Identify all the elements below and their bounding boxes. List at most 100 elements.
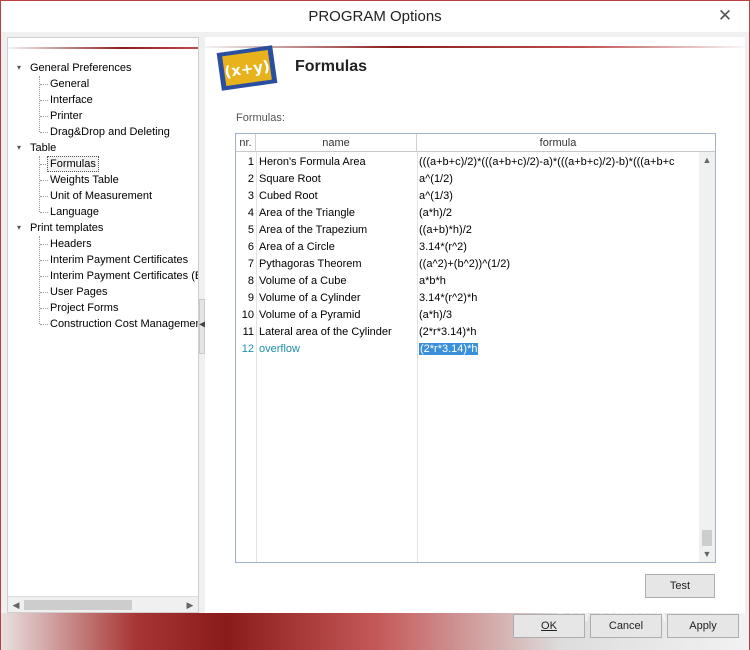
cell-name[interactable]: Volume of a Cylinder <box>259 290 415 307</box>
tree-connector <box>40 100 48 101</box>
cell-formula-text: ((a^2)+(b^2))^(1/2) <box>419 258 510 270</box>
cell-nr: 1 <box>247 156 254 168</box>
column-header-nr[interactable]: nr. <box>236 134 256 152</box>
expand-collapse-icon[interactable]: ▾ <box>17 144 25 152</box>
tree-item[interactable]: Project Forms <box>8 300 198 316</box>
cell-formula[interactable]: ((a+b)*h)/2 <box>419 222 697 239</box>
table-row[interactable]: 11 Lateral area of the Cylinder (2*r*3.14)… <box>236 324 699 341</box>
cell-name[interactable]: Area of the Trapezium <box>259 222 415 239</box>
cell-name[interactable]: Heron's Formula Area <box>259 154 415 171</box>
tree-connector <box>40 132 48 133</box>
tree-item[interactable]: Interim Payment Certificates (B <box>8 268 198 284</box>
table-row[interactable]: 8 Volume of a Cube a*b*h <box>236 273 699 290</box>
cell-formula-text: a^(1/2) <box>419 173 453 185</box>
cell-name[interactable]: Area of the Triangle <box>259 205 415 222</box>
column-header-formula[interactable]: formula <box>417 134 699 152</box>
cell-name[interactable]: Pythagoras Theorem <box>259 256 415 273</box>
cell-nr: 8 <box>247 275 254 287</box>
cell-name[interactable]: Square Root <box>259 171 415 188</box>
close-icon[interactable]: ✕ <box>715 6 735 26</box>
scroll-right-icon[interactable]: ▶ <box>184 599 196 611</box>
table-row[interactable]: 6 Area of a Circle 3.14*(r^2) <box>236 239 699 256</box>
cell-nr: 5 <box>247 224 254 236</box>
table-body: 1 Heron's Formula Area (((a+b+c)/2)*(((a+b… <box>236 154 699 358</box>
tree-item[interactable]: Unit of Measurement <box>8 188 198 204</box>
tree-group[interactable]: ▾ Print templates <box>8 220 198 236</box>
cell-formula[interactable]: ((a^2)+(b^2))^(1/2) <box>419 256 697 273</box>
options-tree-panel: ▾ General Preferences General Interface Prin… <box>7 37 199 613</box>
expand-collapse-icon[interactable]: ▾ <box>17 64 25 72</box>
scrollbar-thumb[interactable] <box>24 600 132 610</box>
test-button[interactable]: Test <box>645 574 715 598</box>
scroll-up-icon[interactable]: ▲ <box>701 154 713 166</box>
tree-connector <box>39 156 40 212</box>
tree-item-label: Print templates <box>30 222 104 234</box>
tree-connector <box>40 116 48 117</box>
tree-item[interactable]: General <box>8 76 198 92</box>
tree-connector <box>40 244 48 245</box>
formulas-page: (x+y) Formulas Formulas: nr. name formul… <box>205 37 745 613</box>
tree-group[interactable]: ▾ General Preferences <box>8 60 198 76</box>
table-row[interactable]: 9 Volume of a Cylinder 3.14*(r^2)*h <box>236 290 699 307</box>
table-row[interactable]: 3 Cubed Root a^(1/3) <box>236 188 699 205</box>
tree-item[interactable]: Drag&Drop and Deleting <box>8 124 198 140</box>
tree-horizontal-scrollbar[interactable]: ◀ ▶ <box>8 596 198 612</box>
table-row[interactable]: 2 Square Root a^(1/2) <box>236 171 699 188</box>
cell-formula-text: 3.14*(r^2) <box>419 241 467 253</box>
tree-item-label: Drag&Drop and Deleting <box>50 126 170 138</box>
tree-group[interactable]: ▾ Table <box>8 140 198 156</box>
scrollbar-thumb[interactable] <box>702 530 712 546</box>
cell-name[interactable]: Volume of a Pyramid <box>259 307 415 324</box>
tree-item-label: Interface <box>50 94 93 106</box>
cell-name[interactable]: Cubed Root <box>259 188 415 205</box>
column-header-name[interactable]: name <box>256 134 417 152</box>
cell-formula[interactable]: (a*h)/2 <box>419 205 697 222</box>
tree-item[interactable]: Interim Payment Certificates <box>8 252 198 268</box>
tree-item[interactable]: User Pages <box>8 284 198 300</box>
tree-item[interactable]: Interface <box>8 92 198 108</box>
expand-collapse-icon[interactable]: ▾ <box>17 224 25 232</box>
cell-nr: 10 <box>241 309 254 321</box>
table-vertical-scrollbar[interactable]: ▲ ▼ <box>699 152 715 562</box>
cell-name[interactable]: Lateral area of the Cylinder <box>259 324 415 341</box>
scroll-left-icon[interactable]: ◀ <box>10 599 22 611</box>
tree-item[interactable]: Headers <box>8 236 198 252</box>
cell-formula[interactable]: (2*r*3.14)*h <box>419 324 697 341</box>
cell-name[interactable]: Area of a Circle <box>259 239 415 256</box>
cell-nr: 7 <box>247 258 254 270</box>
table-header: nr. name formula <box>236 134 715 152</box>
table-row[interactable]: 1 Heron's Formula Area (((a+b+c)/2)*(((a+b… <box>236 154 699 171</box>
tree-item[interactable]: Formulas <box>8 156 198 172</box>
cell-formula[interactable]: a^(1/3) <box>419 188 697 205</box>
cell-formula[interactable]: (((a+b+c)/2)*(((a+b+c)/2)-a)*(((a+b+c)/2… <box>419 154 697 171</box>
cell-formula[interactable]: 3.14*(r^2) <box>419 239 697 256</box>
tree-item-label: Interim Payment Certificates <box>50 254 189 266</box>
cell-formula[interactable]: 3.14*(r^2)*h <box>419 290 697 307</box>
tree-item[interactable]: Language <box>8 204 198 220</box>
cell-nr: 2 <box>247 173 254 185</box>
tree-item[interactable]: Printer <box>8 108 198 124</box>
table-row[interactable]: 10 Volume of a Pyramid (a*h)/3 <box>236 307 699 324</box>
table-row[interactable]: 12 overflow (2*r*3.14)*h <box>236 341 699 358</box>
apply-button[interactable]: Apply <box>667 614 739 638</box>
cell-formula[interactable]: a*b*h <box>419 273 697 290</box>
cell-name[interactable]: overflow <box>259 341 415 358</box>
cell-formula[interactable]: (a*h)/3 <box>419 307 697 324</box>
cancel-button[interactable]: Cancel <box>590 614 662 638</box>
cell-formula-text: 3.14*(r^2)*h <box>419 292 478 304</box>
table-row[interactable]: 7 Pythagoras Theorem ((a^2)+(b^2))^(1/2) <box>236 256 699 273</box>
tree-item[interactable]: Weights Table <box>8 172 198 188</box>
cell-formula[interactable]: (2*r*3.14)*h <box>419 341 697 358</box>
cell-formula[interactable]: a^(1/2) <box>419 171 697 188</box>
tree-item[interactable]: Construction Cost Managemen <box>8 316 198 332</box>
tree-connector <box>40 308 48 309</box>
cell-name[interactable]: Volume of a Cube <box>259 273 415 290</box>
scroll-down-icon[interactable]: ▼ <box>701 548 713 560</box>
tree-connector <box>40 276 48 277</box>
tree-item-label: Language <box>50 206 99 218</box>
table-row[interactable]: 4 Area of the Triangle (a*h)/2 <box>236 205 699 222</box>
table-row[interactable]: 5 Area of the Trapezium ((a+b)*h)/2 <box>236 222 699 239</box>
cell-nr: 11 <box>242 326 254 338</box>
tree-connector <box>39 76 40 132</box>
ok-button[interactable]: OK <box>513 614 585 638</box>
